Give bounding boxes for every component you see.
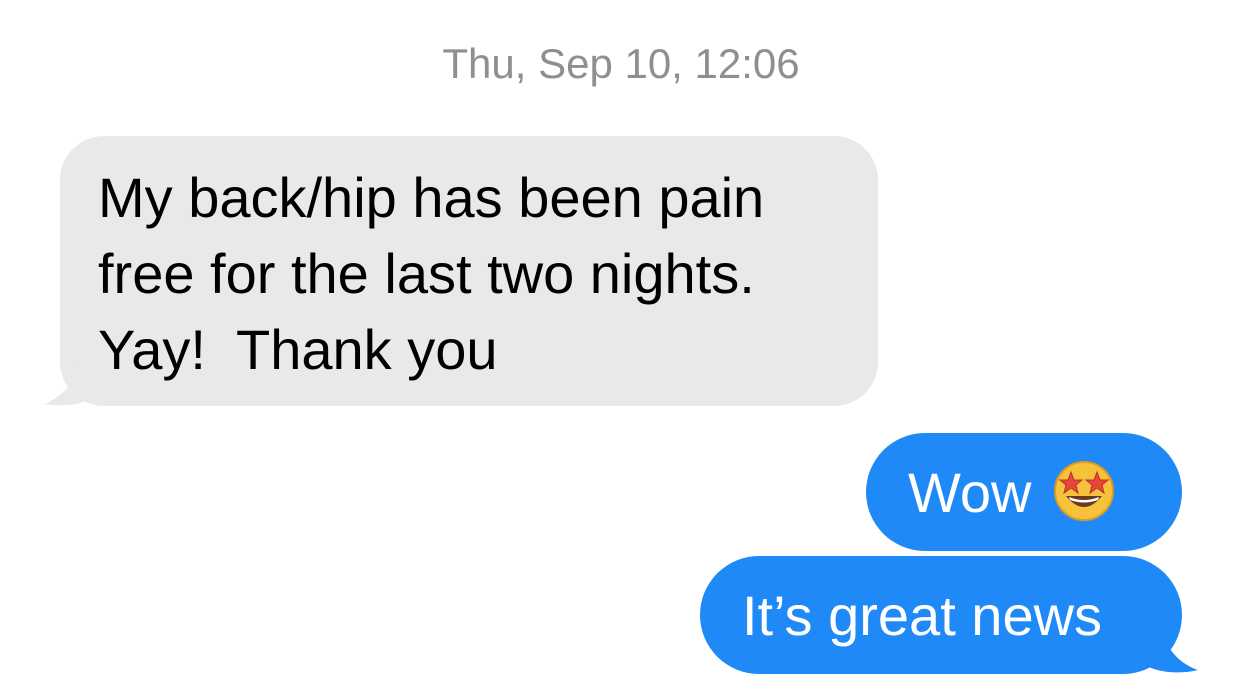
- incoming-bubble-tail: [44, 362, 98, 406]
- outgoing-message-text: It’s great news: [742, 584, 1103, 647]
- outgoing-message-bubble[interactable]: It’s great news: [700, 556, 1182, 674]
- outgoing-bubble-tail: [1140, 626, 1198, 673]
- star-struck-emoji-icon: [1051, 458, 1117, 524]
- incoming-message-text: My back/hip has been pain free for the l…: [98, 166, 780, 381]
- message-timestamp: Thu, Sep 10, 12:06: [442, 40, 800, 87]
- outgoing-message-text: Wow: [908, 461, 1032, 524]
- incoming-message-bubble[interactable]: My back/hip has been pain free for the l…: [60, 136, 878, 406]
- outgoing-message-bubble[interactable]: Wow: [866, 433, 1182, 551]
